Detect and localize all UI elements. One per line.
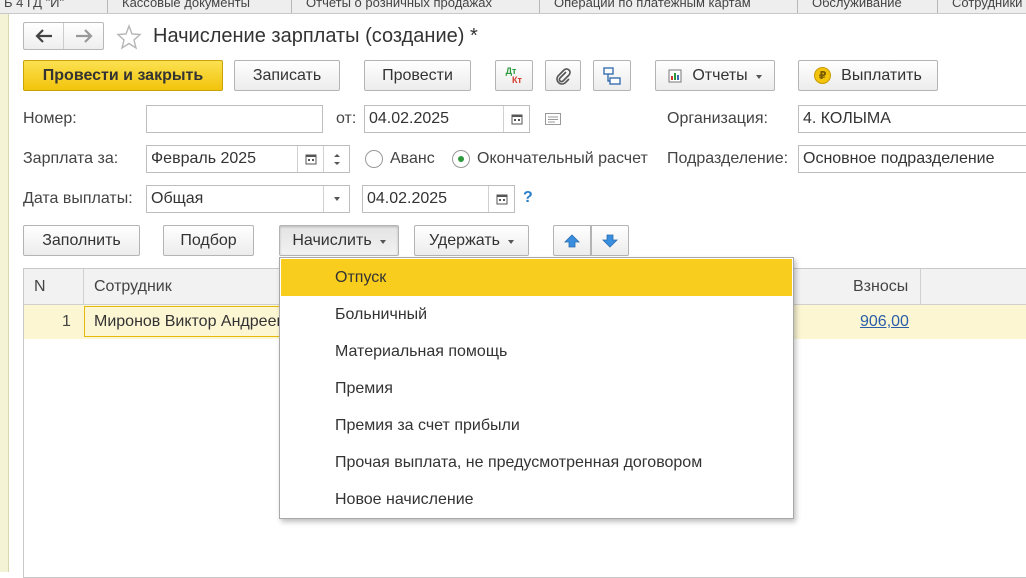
help-icon[interactable]: ? [523,189,533,207]
salary-period-value: Февраль 2025 [151,150,257,167]
department-label: Подразделение: [667,150,789,167]
tab-item[interactable]: Кассовые документы [108,0,292,13]
radio-final-label: Окончательный расчет [477,150,648,167]
row-number: 1 [62,313,71,330]
chevron-down-icon [379,239,386,244]
menu-item-material-aid[interactable]: Материальная помощь [281,333,792,370]
save-button[interactable]: Записать [234,60,340,91]
move-down-button[interactable] [591,225,629,256]
column-employee[interactable]: Сотрудник [94,278,172,296]
hierarchy-icon [603,66,621,85]
department-input[interactable]: Основное подразделение [798,145,1026,173]
pay-type-select[interactable]: Общая [146,185,350,213]
number-input[interactable] [146,105,323,133]
menu-item-new-accrual[interactable]: Новое начисление [281,481,792,518]
withhold-label: Удержать [429,231,500,249]
calendar-icon[interactable] [503,106,529,132]
calendar-icon[interactable] [488,186,514,212]
pay-date-label: Дата выплаты: [23,190,133,207]
accrue-dropdown-button[interactable]: Начислить [279,225,399,256]
attach-button[interactable] [545,60,581,91]
salary-for-label: Зарплата за: [23,150,119,167]
employee-cell[interactable]: Миронов Виктор Андреевич [84,306,284,337]
nav-buttons [23,22,104,50]
organization-label: Организация: [667,110,768,127]
paperclip-icon [556,67,571,85]
date-input[interactable]: 04.02.2025 [364,105,530,133]
tab-item[interactable]: Сотрудники [938,0,1026,13]
accrue-menu: Отпуск Больничный Материальная помощь Пр… [279,257,794,519]
arrow-left-icon[interactable] [24,23,64,49]
calendar-icon[interactable] [297,146,323,172]
menu-item-other-payment[interactable]: Прочая выплата, не предусмотренная догов… [281,444,792,481]
date-from-label: от: [336,110,357,127]
left-panel-edge [0,14,9,572]
withhold-dropdown-button[interactable]: Удержать [414,225,529,256]
number-label: Номер: [23,110,77,127]
column-divider [83,269,84,305]
column-n[interactable]: N [34,278,46,296]
dt-kt-button[interactable]: Дт Кт [495,60,533,91]
radio-final[interactable] [452,150,470,168]
star-icon[interactable] [116,24,142,50]
accrue-label: Начислить [292,231,372,249]
radio-advance-label: Аванс [390,150,435,167]
reports-label: Отчеты [692,66,748,84]
select-button[interactable]: Подбор [163,225,254,256]
pay-label: Выплатить [841,66,922,84]
menu-item-vacation[interactable]: Отпуск [281,259,792,296]
column-contributions[interactable]: Взносы [853,278,908,296]
post-button[interactable]: Провести [364,60,471,91]
tab-item[interactable]: Обслуживание [798,0,938,13]
chevron-down-icon [755,74,762,79]
period-stepper[interactable] [323,146,349,172]
organization-input[interactable]: 4. КОЛЫМА [798,105,1026,133]
radio-advance[interactable] [365,150,383,168]
pay-date-value: 04.02.2025 [367,190,448,207]
tab-item[interactable]: Операции по платежным картам [540,0,798,13]
page-title: Начисление зарплаты (создание) * [153,25,478,47]
ruble-coin-icon: ₽ [814,67,832,84]
tab-item[interactable]: Б 4 ГД "И" [0,0,108,13]
menu-item-bonus-profit[interactable]: Премия за счет прибыли [281,407,792,444]
column-divider [920,269,921,305]
date-value: 04.02.2025 [369,110,450,127]
kt-label: Кт [512,74,522,85]
arrow-right-icon[interactable] [64,23,104,49]
reports-button[interactable]: Отчеты [655,60,775,91]
arrow-down-icon [602,234,618,248]
menu-item-sick-leave[interactable]: Больничный [281,296,792,333]
report-chart-icon [668,69,682,82]
menu-item-bonus[interactable]: Премия [281,370,792,407]
chevron-down-icon[interactable] [323,186,349,212]
contributions-link[interactable]: 906,00 [860,313,909,331]
arrow-up-icon [564,233,580,247]
move-up-button[interactable] [553,225,591,256]
fill-button[interactable]: Заполнить [23,225,140,256]
pay-date-input[interactable]: 04.02.2025 [362,185,515,213]
pay-type-value: Общая [151,190,204,207]
comment-icon[interactable] [545,112,561,130]
employee-name: Миронов Виктор Андреевич [94,313,284,330]
tab-strip: Б 4 ГД "И" Кассовые документы Отчеты о р… [0,0,1026,14]
salary-period-input[interactable]: Февраль 2025 [146,145,350,173]
pay-button[interactable]: ₽ Выплатить [798,60,938,91]
tab-item[interactable]: Отчеты о розничных продажах [292,0,540,13]
post-and-close-button[interactable]: Провести и закрыть [23,60,223,91]
structure-button[interactable] [593,60,631,91]
chevron-down-icon [507,239,514,244]
